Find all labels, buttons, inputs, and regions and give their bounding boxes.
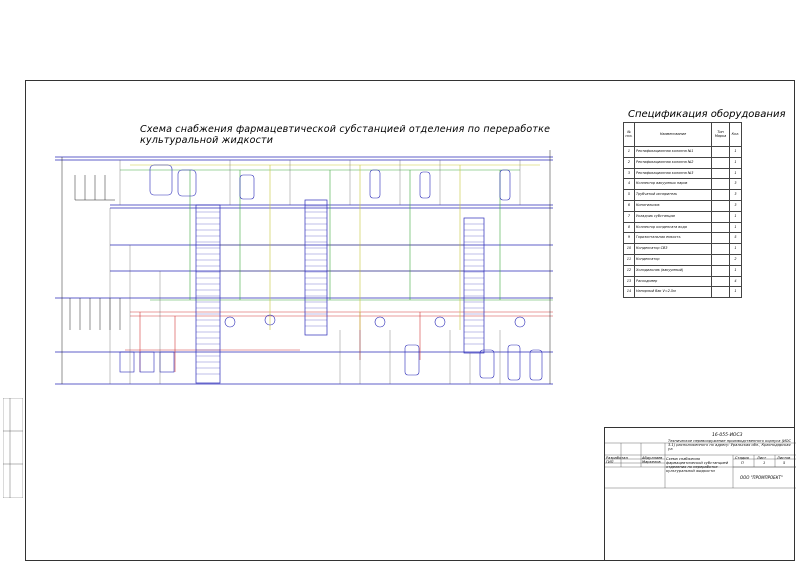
spec-cell-name: Трубчатый испаритель <box>634 189 712 201</box>
spec-row: 7 Укладчик субстанции 1 <box>623 210 742 223</box>
spec-cell-num: 4 <box>623 178 635 191</box>
spec-row: 4 Коллектор вакуумных паров 3 <box>623 178 742 191</box>
specification-header-row: № поз. Наименование Тип Марка Кол. <box>623 122 742 147</box>
spec-row: 6 Кипятильник 3 <box>623 199 742 212</box>
yellow-lines <box>130 164 540 330</box>
spec-cell-type <box>711 221 730 234</box>
spec-cell-num: 7 <box>623 210 635 223</box>
spec-cell-type <box>711 253 730 266</box>
spec-cell-type <box>711 286 730 299</box>
spec-cell-type <box>711 232 730 245</box>
stage-label: Стадия <box>735 456 749 460</box>
spec-cell-num: 11 <box>623 253 635 266</box>
specification-table: № поз. Наименование Тип Марка Кол. 1 Рект… <box>623 122 742 299</box>
spec-row: 8 Коллектор конденсата вода 1 <box>623 221 742 234</box>
spec-cell-qty: 1 <box>729 221 742 234</box>
steam-lines <box>125 311 553 372</box>
spec-cell-num: 13 <box>623 275 635 288</box>
spec-cell-name: Ректификационная колонна №2 <box>634 156 712 169</box>
spec-cell-type <box>711 189 730 201</box>
spec-cell-name: Коллектор конденсата вода <box>634 221 712 234</box>
spec-cell-qty: 3 <box>729 189 742 201</box>
spec-header-type: Тип Марка <box>711 122 730 147</box>
spec-cell-num: 10 <box>623 243 635 255</box>
spec-row: 2 Ректификационная колонна №2 1 <box>623 156 742 169</box>
specification-title: Спецификация оборудования <box>628 109 786 120</box>
spec-cell-name: Ректификационная колонна №3 <box>634 167 712 180</box>
spec-cell-type <box>711 264 730 277</box>
stage-value: П <box>741 461 744 465</box>
vessels <box>119 164 543 381</box>
object-name: Техническое перевооружение производствен… <box>668 439 791 451</box>
spec-cell-num: 14 <box>623 286 635 299</box>
spec-cell-type <box>711 156 730 169</box>
spec-cell-qty: 5 <box>729 232 742 245</box>
spec-cell-qty: 1 <box>729 264 742 277</box>
spec-cell-type <box>711 146 730 158</box>
specification-body: 1 Ректификационная колонна №1 1 2 Ректификац… <box>623 146 742 299</box>
diagram-title: Схема снабжения фармацевтической субстан… <box>140 124 551 146</box>
sheets-label: Листов <box>777 456 791 460</box>
instrument-block <box>61 150 551 384</box>
spec-cell-name: Напорный бак V=2.5м <box>634 286 712 299</box>
drawing-name: Схема снабжения фармацевтической субстан… <box>666 457 729 473</box>
side-stamp-grid <box>2 397 24 499</box>
spec-row: 10 Конденсатор СВЗ 1 <box>623 243 742 255</box>
spec-header-num: № поз. <box>623 122 635 147</box>
spec-cell-num: 5 <box>623 189 635 201</box>
spec-cell-num: 2 <box>623 156 635 169</box>
spec-header-qty: Кол. <box>729 122 742 147</box>
spec-cell-name: Коллектор вакуумных паров <box>634 178 712 191</box>
spec-cell-name: Ректификационная колонна №1 <box>634 146 712 158</box>
spec-row: 1 Ректификационная колонна №1 1 <box>623 146 742 158</box>
title-block: 16-055-ИОС3 Техническое перевооружение п… <box>604 427 796 561</box>
spec-cell-qty: 3 <box>729 199 742 212</box>
spec-cell-qty: 4 <box>729 275 742 288</box>
spec-cell-name: Расходомер <box>634 275 712 288</box>
spec-row: 5 Трубчатый испаритель 3 <box>623 189 742 201</box>
spec-cell-type <box>711 178 730 191</box>
spec-cell-qty: 3 <box>729 178 742 191</box>
side-stamp <box>2 397 24 499</box>
spec-cell-type <box>711 210 730 223</box>
spec-cell-qty: 1 <box>729 210 742 223</box>
spec-cell-name: Конденсатор СВЗ <box>634 243 712 255</box>
spec-cell-num: 3 <box>623 167 635 180</box>
spec-cell-num: 9 <box>623 232 635 245</box>
spec-cell-name: Укладчик субстанции <box>634 210 712 223</box>
spec-cell-qty: 2 <box>729 253 742 266</box>
organization-name: ООО "ПРОМПРОЕКТ" <box>740 475 783 480</box>
spec-cell-qty: 1 <box>729 286 742 299</box>
spec-cell-type <box>711 199 730 212</box>
spec-cell-num: 8 <box>623 221 635 234</box>
spec-row: 9 Горизонтальная емкость 5 <box>623 232 742 245</box>
spec-row: 11 Конденсатор 2 <box>623 253 742 266</box>
role-chief-engineer: ГИП <box>606 460 614 464</box>
spec-cell-qty: 1 <box>729 156 742 169</box>
spec-cell-name: Кипятильник <box>634 199 712 212</box>
spec-cell-qty: 1 <box>729 243 742 255</box>
spec-cell-qty: 1 <box>729 146 742 158</box>
spec-header-name: Наименование <box>634 122 712 147</box>
spec-cell-type <box>711 167 730 180</box>
spec-cell-num: 1 <box>623 146 635 158</box>
spec-cell-type <box>711 243 730 255</box>
sheet-label: Лист <box>757 456 767 460</box>
spec-cell-num: 12 <box>623 264 635 277</box>
spec-cell-name: Конденсатор <box>634 253 712 266</box>
person-chief-engineer: Маркелов <box>642 460 661 464</box>
spec-cell-name: Холодильник (вакуумный) <box>634 264 712 277</box>
sheets-value: 5 <box>783 461 786 465</box>
spec-row: 3 Ректификационная колонна №3 1 <box>623 167 742 180</box>
spec-cell-num: 6 <box>623 199 635 212</box>
gas-lines <box>120 169 553 301</box>
spec-row: 14 Напорный бак V=2.5м 1 <box>623 286 742 299</box>
spec-cell-qty: 1 <box>729 167 742 180</box>
spec-row: 13 Расходомер 4 <box>623 275 742 288</box>
spec-row: 12 Холодильник (вакуумный) 1 <box>623 264 742 277</box>
spec-cell-name: Горизонтальная емкость <box>634 232 712 245</box>
sheet-value: 1 <box>763 461 766 465</box>
document-code: 16-055-ИОС3 <box>712 433 743 438</box>
spec-cell-type <box>711 275 730 288</box>
